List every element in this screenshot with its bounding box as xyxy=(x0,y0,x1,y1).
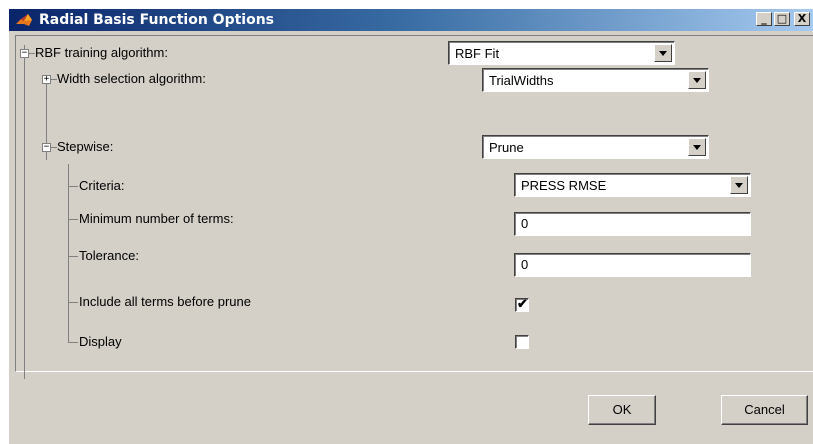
tree-line xyxy=(68,302,78,303)
title-bar[interactable]: Radial Basis Function Options _ □ X xyxy=(9,9,813,31)
stepwise-label: Stepwise: xyxy=(57,139,114,154)
collapse-toggle-rbf[interactable]: − xyxy=(20,49,29,58)
criteria-label: Criteria: xyxy=(79,178,125,193)
minimize-button[interactable]: _ xyxy=(756,12,772,26)
matlab-logo-icon xyxy=(16,14,32,26)
include-all-terms-label: Include all terms before prune xyxy=(79,294,251,309)
include-all-terms-checkbox[interactable]: ✔ xyxy=(515,296,529,312)
width-selection-value: TrialWidths xyxy=(489,73,554,88)
collapse-toggle-stepwise[interactable]: − xyxy=(42,143,51,152)
stepwise-value: Prune xyxy=(489,140,524,155)
tree-line xyxy=(68,164,69,342)
cancel-button[interactable]: Cancel xyxy=(721,395,808,425)
min-terms-field[interactable]: 0 xyxy=(514,212,751,236)
width-selection-label: Width selection algorithm: xyxy=(57,71,206,86)
ok-button[interactable]: OK xyxy=(588,395,656,425)
window-title: Radial Basis Function Options xyxy=(39,12,275,28)
tree-line xyxy=(68,186,78,187)
width-selection-select[interactable]: TrialWidths xyxy=(482,68,709,92)
rbf-training-label: RBF training algorithm: xyxy=(35,45,168,60)
tree-line xyxy=(68,342,78,343)
stepwise-select[interactable]: Prune xyxy=(482,135,709,159)
tree-line xyxy=(24,58,25,379)
rbf-training-select[interactable]: RBF Fit xyxy=(448,41,675,65)
options-tree-panel: − RBF training algorithm: RBF Fit + Widt… xyxy=(15,35,813,379)
dropdown-arrow-icon[interactable] xyxy=(730,176,748,194)
close-button[interactable]: X xyxy=(794,12,810,26)
maximize-button[interactable]: □ xyxy=(774,12,790,26)
display-checkbox[interactable] xyxy=(515,335,529,349)
dropdown-arrow-icon[interactable] xyxy=(688,71,706,89)
display-label: Display xyxy=(79,334,122,349)
tolerance-label: Tolerance: xyxy=(79,248,139,263)
expand-toggle-width[interactable]: + xyxy=(42,75,51,84)
tolerance-field[interactable]: 0 xyxy=(514,253,751,277)
criteria-value: PRESS RMSE xyxy=(521,178,607,193)
tree-line xyxy=(68,219,78,220)
dialog-window: Radial Basis Function Options _ □ X − RB… xyxy=(8,8,813,444)
checkmark-icon: ✔ xyxy=(517,296,528,311)
dropdown-arrow-icon[interactable] xyxy=(654,44,672,62)
dropdown-arrow-icon[interactable] xyxy=(688,138,706,156)
min-terms-label: Minimum number of terms: xyxy=(79,211,234,226)
tree-line xyxy=(68,256,78,257)
criteria-select[interactable]: PRESS RMSE xyxy=(514,173,751,197)
rbf-training-value: RBF Fit xyxy=(455,46,500,61)
